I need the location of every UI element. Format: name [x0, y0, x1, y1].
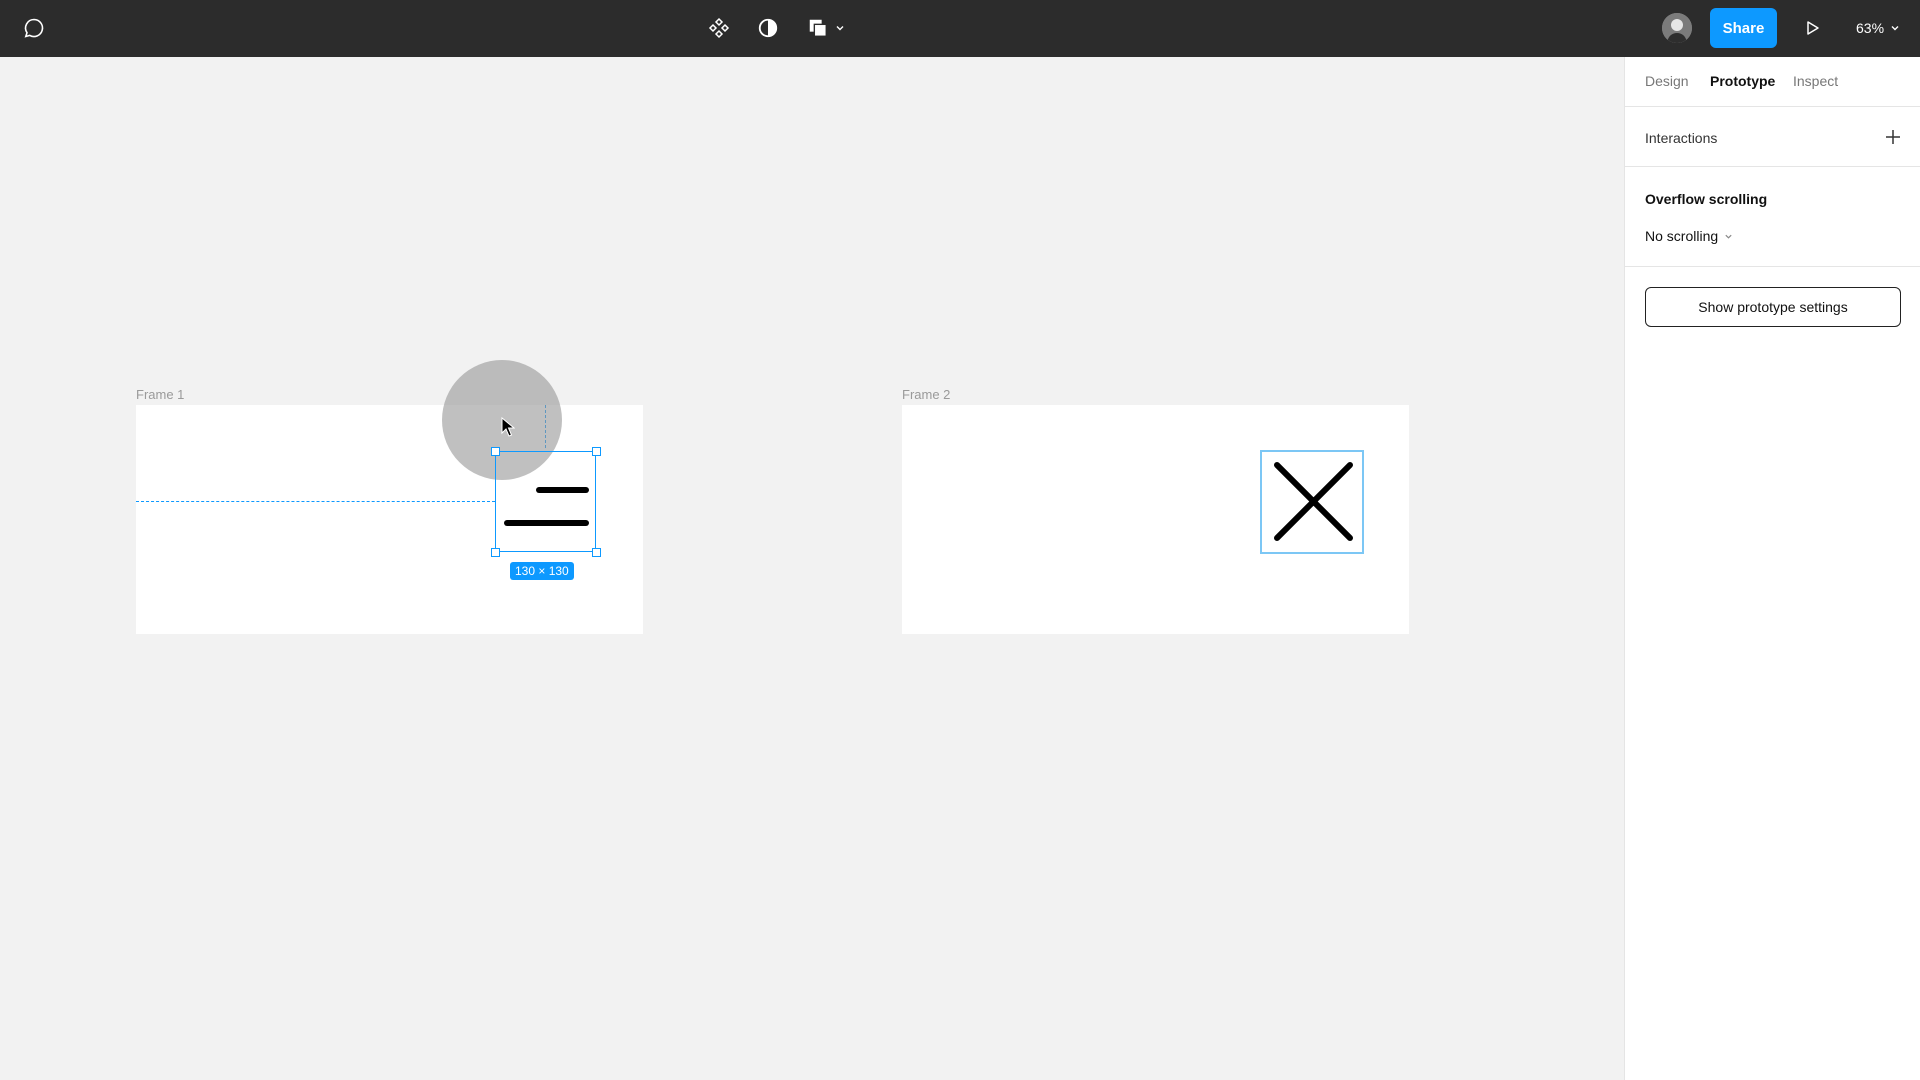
overflow-section: Overflow scrolling No scrolling [1625, 167, 1920, 267]
contrast-circle-icon [758, 18, 778, 38]
user-avatar-icon [1662, 13, 1692, 43]
frame-1-label[interactable]: Frame 1 [136, 387, 184, 402]
mouse-cursor-icon [501, 417, 515, 437]
properties-panel: Design Prototype Inspect Interactions Ov… [1624, 57, 1920, 1080]
plus-icon [1886, 130, 1900, 144]
avatar[interactable] [1662, 13, 1692, 43]
component-diamond-icon [708, 17, 730, 39]
resize-handle-top-right[interactable] [592, 447, 601, 456]
distance-guide-horizontal [136, 501, 495, 502]
overflow-title: Overflow scrolling [1645, 191, 1768, 207]
resize-handle-top-left[interactable] [491, 447, 500, 456]
close-x-icon [1274, 462, 1353, 541]
interactions-section: Interactions [1625, 107, 1920, 167]
zoom-level: 63% [1856, 20, 1885, 36]
tab-design[interactable]: Design [1645, 73, 1689, 89]
design-canvas[interactable]: Frame 1 130 × 130 Frame 2 [0, 57, 1624, 1080]
speech-bubble-icon [24, 18, 44, 38]
zoom-menu[interactable]: 63% [1856, 10, 1900, 46]
overflow-dropdown[interactable]: No scrolling [1645, 228, 1733, 244]
chevron-down-icon [836, 26, 844, 31]
add-interaction-button[interactable] [1883, 127, 1903, 147]
present-button[interactable] [1796, 10, 1828, 46]
hovered-close-icon[interactable] [1260, 450, 1364, 554]
play-icon [1807, 21, 1819, 35]
shape-menu-button[interactable] [804, 10, 848, 46]
component-button[interactable] [703, 10, 735, 46]
selected-menu-icon[interactable] [495, 451, 596, 552]
show-prototype-settings-button[interactable]: Show prototype settings [1645, 287, 1901, 327]
tab-prototype[interactable]: Prototype [1710, 73, 1775, 89]
resize-handle-bottom-left[interactable] [491, 548, 500, 557]
comment-button[interactable] [18, 10, 50, 46]
interactions-title: Interactions [1645, 130, 1718, 146]
panel-tabs: Design Prototype Inspect [1625, 57, 1920, 107]
menu-lines-icon [504, 487, 589, 526]
size-badge: 130 × 130 [510, 562, 574, 580]
shape-layers-icon [809, 19, 827, 37]
app: Share 63% Frame 1 130 × 130 Frame 2 Desi… [0, 0, 1920, 1080]
chevron-down-icon [1725, 234, 1732, 239]
top-toolbar: Share 63% [0, 0, 1920, 57]
tab-inspect[interactable]: Inspect [1793, 73, 1838, 89]
theme-toggle-button[interactable] [752, 10, 784, 46]
frame-2-label[interactable]: Frame 2 [902, 387, 950, 402]
share-button[interactable]: Share [1710, 8, 1777, 48]
resize-handle-bottom-right[interactable] [592, 548, 601, 557]
chevron-down-icon [1891, 26, 1899, 31]
overflow-value: No scrolling [1645, 228, 1719, 244]
